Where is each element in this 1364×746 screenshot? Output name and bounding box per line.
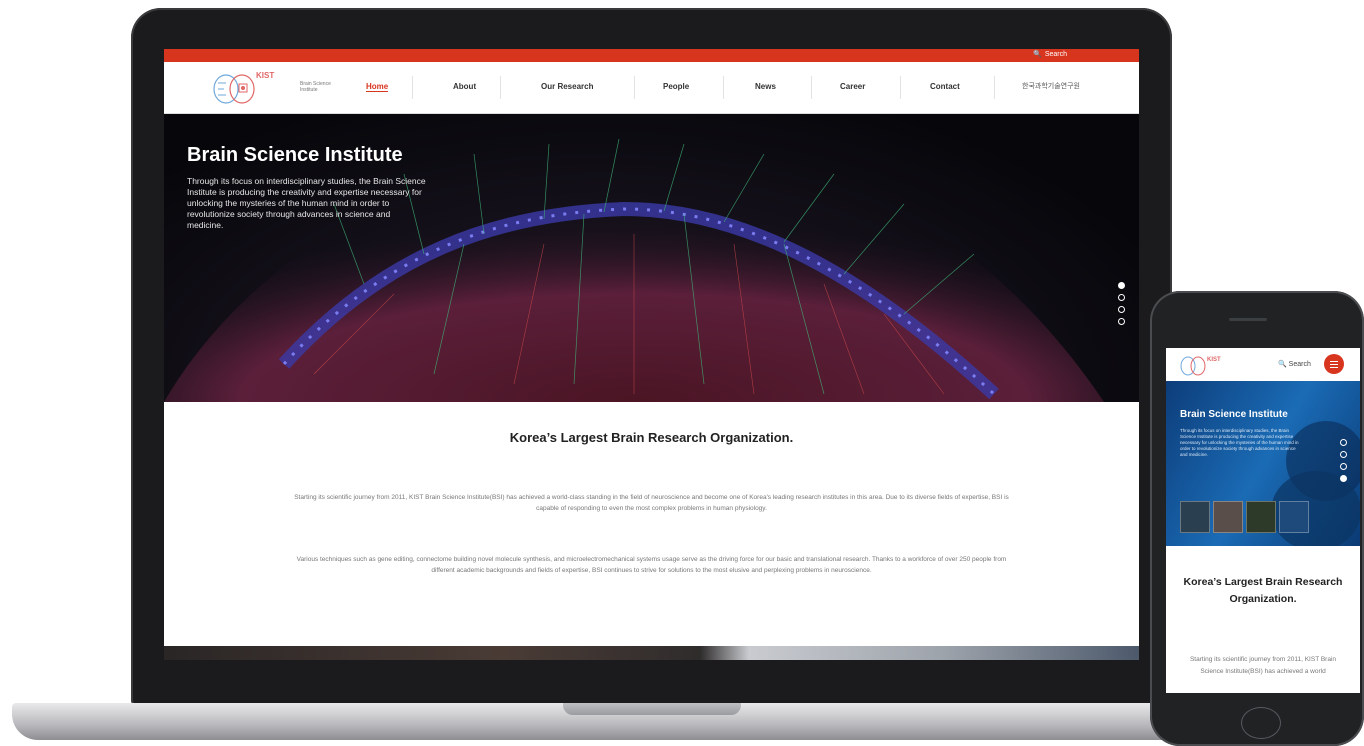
- slider-dot[interactable]: [1118, 318, 1125, 325]
- laptop-notch: [563, 703, 741, 715]
- slider-dot[interactable]: [1118, 306, 1125, 313]
- intro-paragraph: Starting its scientific journey from 201…: [294, 494, 1009, 512]
- nav-news[interactable]: News: [755, 82, 776, 91]
- mobile-hero-title: Brain Science Institute: [1180, 409, 1288, 420]
- slider-dots: [1118, 282, 1125, 325]
- main-navbar: KIST Brain Science Institute Home About …: [164, 62, 1139, 114]
- hero-title: Brain Science Institute: [187, 144, 403, 166]
- slider-dots: [1340, 439, 1347, 482]
- phone-speaker: [1229, 318, 1267, 321]
- mobile-hero-description: Through its focus on interdisciplinary s…: [1180, 428, 1299, 457]
- hamburger-menu-icon[interactable]: [1324, 354, 1344, 374]
- slider-dot[interactable]: [1340, 475, 1347, 482]
- nav-divider: [723, 76, 724, 99]
- next-section-preview: [164, 646, 1139, 660]
- slider-dot[interactable]: [1118, 282, 1125, 289]
- intro-paragraph: Various techniques such as gene editing,…: [296, 556, 1007, 574]
- nav-divider: [900, 76, 901, 99]
- thumbnail[interactable]: [1180, 501, 1210, 533]
- svg-text:KIST: KIST: [256, 71, 274, 80]
- thumbnail-strip: [1180, 501, 1309, 533]
- nav-divider: [412, 76, 413, 99]
- top-utility-bar: 🔍 Search: [164, 49, 1139, 62]
- slider-dot[interactable]: [1340, 463, 1347, 470]
- svg-text:KIST: KIST: [1207, 357, 1221, 363]
- brain-logo-icon: KIST: [213, 71, 274, 104]
- nav-divider: [994, 76, 995, 99]
- thumbnail[interactable]: [1213, 501, 1243, 533]
- hero-slider: Brain Science Institute Through its focu…: [164, 114, 1139, 402]
- thumbnail[interactable]: [1246, 501, 1276, 533]
- mobile-hero: Brain Science Institute Through its focu…: [1166, 381, 1360, 546]
- nav-our-research[interactable]: Our Research: [541, 82, 593, 91]
- mobile-header: KIST 🔍 Search: [1166, 348, 1360, 381]
- hero-description: Through its focus on interdisciplinary s…: [187, 176, 426, 230]
- slider-dot[interactable]: [1118, 294, 1125, 301]
- mobile-search-link[interactable]: 🔍 Search: [1278, 360, 1311, 368]
- search-icon: 🔍: [1278, 361, 1287, 368]
- intro-title: Korea’s Largest Brain Research Organizat…: [509, 430, 794, 445]
- nav-career[interactable]: Career: [840, 82, 865, 91]
- top-search-link[interactable]: 🔍 Search: [1033, 50, 1067, 59]
- search-icon: 🔍: [1033, 51, 1042, 58]
- nav-people[interactable]: People: [663, 82, 689, 91]
- nav-divider: [500, 76, 501, 99]
- mobile-intro-title: Korea’s Largest Brain Research Organizat…: [1183, 576, 1343, 605]
- nav-contact[interactable]: Contact: [930, 82, 960, 91]
- site-logo[interactable]: KIST Brain Science Institute: [206, 67, 331, 109]
- mobile-screen: KIST 🔍 Search Brain Science Institute Th…: [1166, 348, 1360, 693]
- nav-about[interactable]: About: [453, 82, 476, 91]
- kist-korean-link[interactable]: 한국과학기술연구원: [1022, 81, 1080, 91]
- phone-home-button: [1241, 707, 1281, 739]
- mobile-intro-text: Starting its scientific journey from 201…: [1189, 656, 1337, 675]
- intro-section: Korea’s Largest Brain Research Organizat…: [164, 402, 1139, 646]
- brain-logo-icon[interactable]: KIST: [1178, 352, 1228, 379]
- thumbnail[interactable]: [1279, 501, 1309, 533]
- nav-home[interactable]: Home: [366, 82, 389, 92]
- slider-dot[interactable]: [1340, 451, 1347, 458]
- desktop-screen: 🔍 Search KIST Brain Science Institute Ho…: [164, 49, 1139, 660]
- nav-divider: [811, 76, 812, 99]
- nav-divider: [634, 76, 635, 99]
- slider-dot[interactable]: [1340, 439, 1347, 446]
